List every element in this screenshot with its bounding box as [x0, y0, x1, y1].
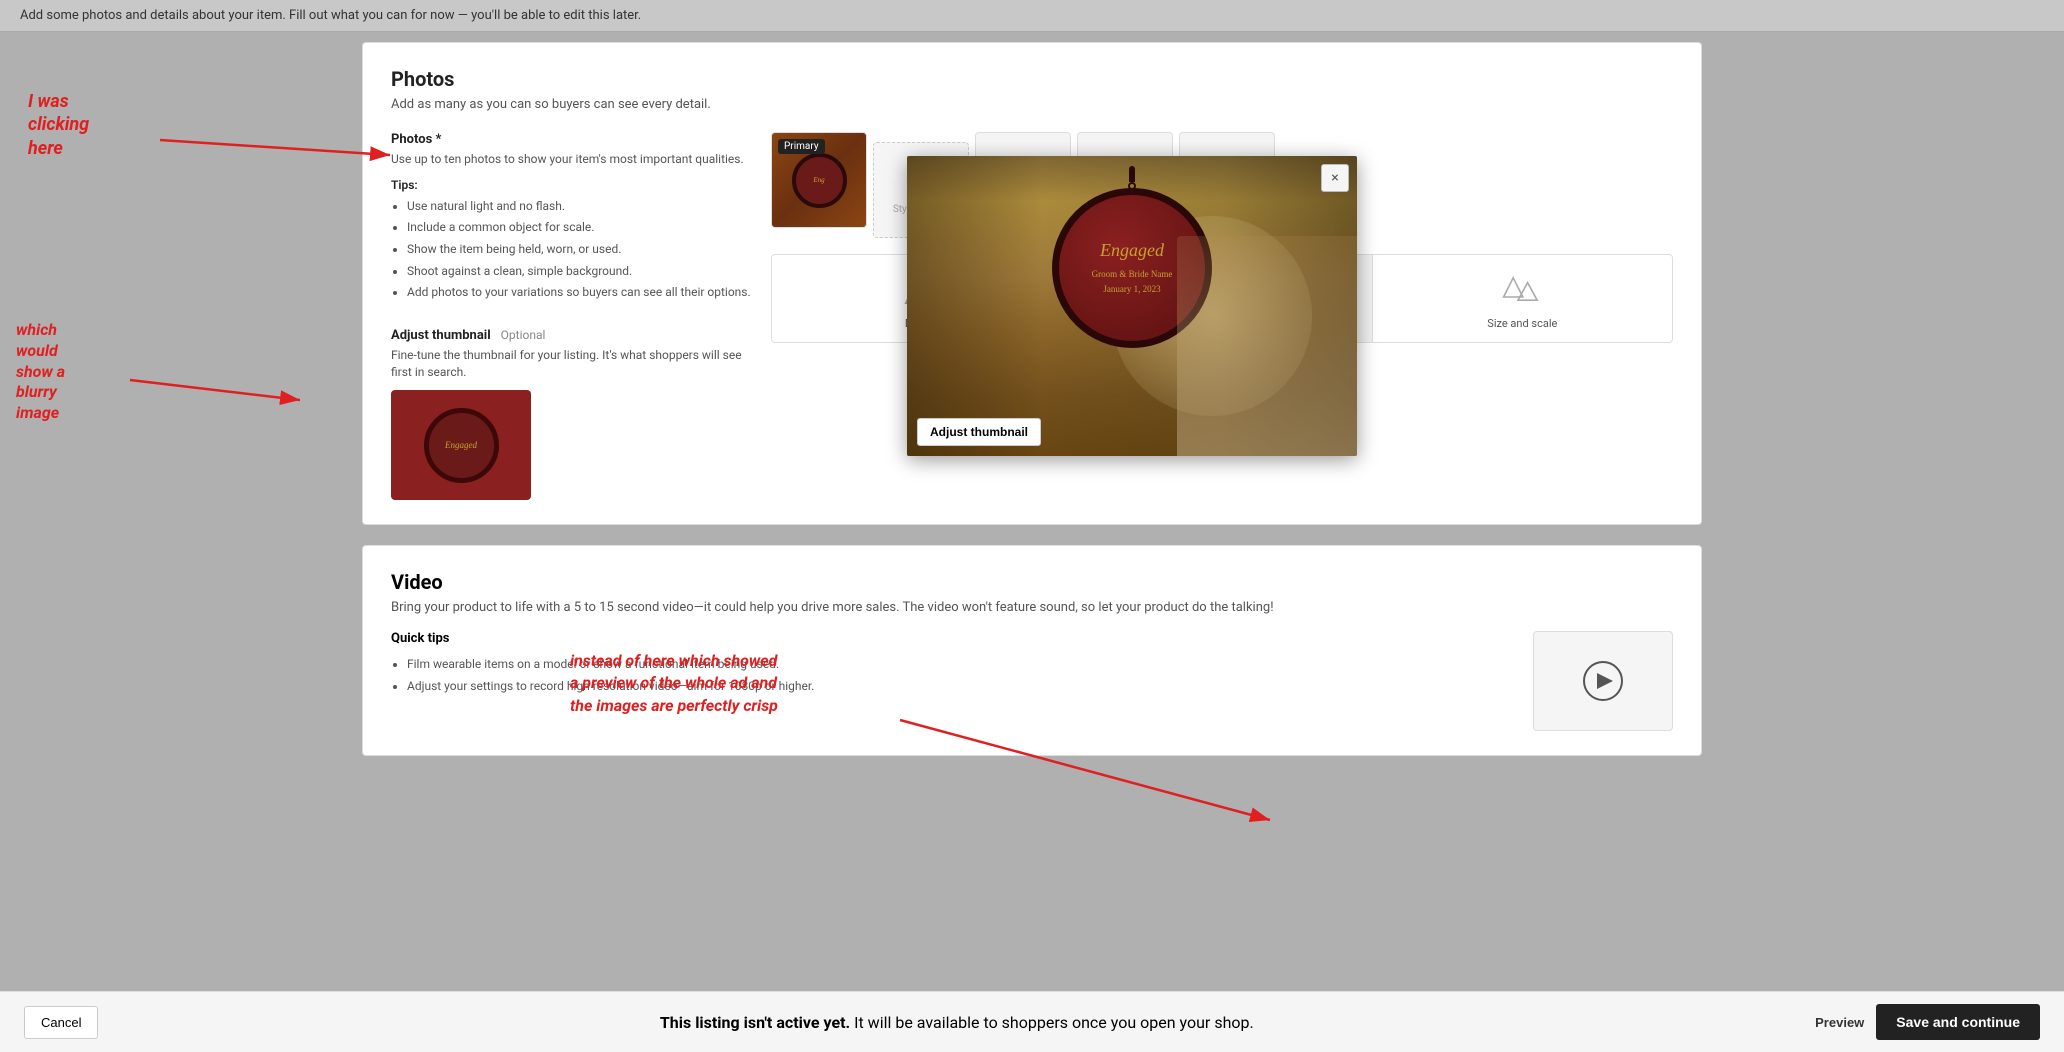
slot-ornament-circle: Eng [792, 153, 847, 208]
play-button[interactable] [1583, 661, 1623, 701]
tips-label: Tips: [391, 178, 751, 192]
video-upload-area[interactable] [1533, 631, 1673, 731]
video-tip-2: Adjust your settings to record high reso… [407, 676, 1509, 698]
ornament-engaged-text: Engaged [1100, 240, 1164, 261]
save-continue-button[interactable]: Save and continue [1876, 1004, 2040, 1040]
thumbnail-text: Engaged [445, 440, 477, 450]
cancel-button[interactable]: Cancel [24, 1006, 98, 1039]
woman-silhouette [1177, 236, 1357, 456]
video-section: Video Bring your product to life with a … [362, 545, 1702, 756]
close-icon: × [1331, 170, 1338, 186]
tip-5: Add photos to your variations so buyers … [407, 282, 751, 304]
thumbnail-ornament: Engaged [424, 408, 499, 483]
adjust-thumbnail-button[interactable]: Adjust thumbnail [917, 418, 1041, 446]
tip-2: Include a common object for scale. [407, 217, 751, 239]
video-desc: Bring your product to life with a 5 to 1… [391, 600, 1673, 615]
arrow-blurry [130, 370, 330, 430]
tip-3: Show the item being held, worn, or used. [407, 239, 751, 261]
top-bar-text: Add some photos and details about your i… [20, 8, 641, 23]
quick-tips-list: Film wearable items on a model or show a… [391, 654, 1509, 697]
video-title: Video [391, 570, 1673, 594]
photos-field-desc: Use up to ten photos to show your item's… [391, 151, 751, 168]
photos-section: Photos Add as many as you can so buyers … [362, 42, 1702, 525]
tip-1: Use natural light and no flash. [407, 196, 751, 218]
play-icon [1597, 673, 1613, 689]
ornament-name-text: Groom & Bride NameJanuary 1, 2023 [1092, 267, 1173, 296]
thumbnail-preview[interactable]: Engaged [391, 390, 531, 500]
quick-tips-title: Quick tips [391, 631, 1509, 646]
tips-list: Use natural light and no flash. Include … [391, 196, 751, 304]
primary-badge: Primary [778, 139, 825, 154]
annotation-clicking-here: I wasclickinghere [28, 90, 89, 160]
thumbnail-label: Adjust thumbnail [391, 328, 491, 343]
size-scale-icon [1502, 267, 1542, 311]
bottom-right-actions: Preview Save and continue [1815, 1004, 2040, 1040]
photo-type-size-scale[interactable]: Size and scale [1373, 255, 1672, 342]
photo-preview-overlay: Engaged Groom & Bride NameJanuary 1, 202… [907, 156, 1357, 456]
thumbnail-section: Adjust thumbnail Optional Fine-tune the … [391, 324, 751, 501]
thumbnail-desc: Fine-tune the thumbnail for your listing… [391, 347, 751, 381]
bottom-status: This listing isn't active yet. It will b… [660, 1013, 1254, 1032]
photos-title: Photos [391, 67, 1673, 91]
preview-button[interactable]: Preview [1815, 1015, 1864, 1030]
status-suffix: It will be available to shoppers once yo… [854, 1013, 1254, 1032]
overlay-background: Engaged Groom & Bride NameJanuary 1, 202… [907, 156, 1357, 456]
quick-tips: Quick tips Film wearable items on a mode… [391, 631, 1509, 731]
ornament-hook [1129, 166, 1135, 182]
top-bar: Add some photos and details about your i… [0, 0, 2064, 32]
video-layout: Quick tips Film wearable items on a mode… [391, 631, 1673, 731]
video-tip-1: Film wearable items on a model or show a… [407, 654, 1509, 676]
overlay-close-button[interactable]: × [1321, 164, 1349, 192]
photo-slot-primary[interactable]: Primary Eng [771, 132, 867, 228]
bottom-bar: Cancel This listing isn't active yet. It… [0, 991, 2064, 1052]
thumbnail-optional: Optional [501, 328, 546, 342]
photos-field-label: Photos * [391, 132, 751, 147]
photos-subtitle: Add as many as you can so buyers can see… [391, 97, 1673, 112]
tip-4: Shoot against a clean, simple background… [407, 261, 751, 283]
annotation-blurry: whichwouldshow ablurryimage [16, 320, 65, 424]
photos-left-column: Photos * Use up to ten photos to show yo… [391, 132, 751, 500]
status-text: This listing isn't active yet. [660, 1013, 850, 1032]
size-scale-label: Size and scale [1487, 317, 1557, 330]
